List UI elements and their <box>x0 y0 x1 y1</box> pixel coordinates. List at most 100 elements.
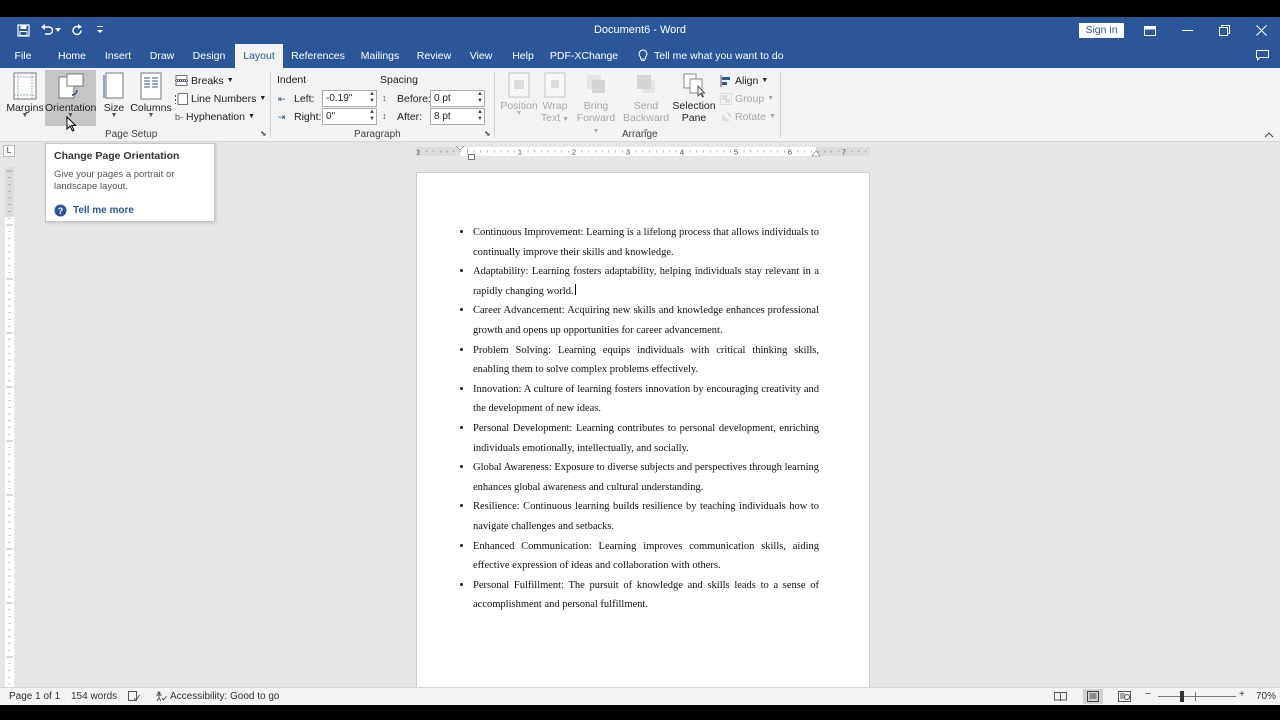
page-setup-launcher-icon[interactable]: ⬊ <box>260 129 269 138</box>
zoom-out-button[interactable]: − <box>1145 689 1151 700</box>
spinner-arrows-icon[interactable]: ▲ ▼ <box>369 109 375 123</box>
title-bar: Document6 - Word Sign in <box>0 17 1280 44</box>
zoom-in-button[interactable]: + <box>1239 689 1245 700</box>
tooltip-body: Give your pages a portrait or landscape … <box>54 169 175 192</box>
minimize-icon[interactable] <box>1169 17 1205 44</box>
proofing-icon[interactable] <box>128 691 140 705</box>
hyphenation-button[interactable]: b- Hyphenation ▼ <box>175 108 255 125</box>
document-page[interactable]: Continuous Improvement: Learning is a li… <box>416 172 870 688</box>
accessibility-icon[interactable] <box>155 691 167 705</box>
zoom-level[interactable]: 70% <box>1256 691 1276 702</box>
send-backward-button[interactable]: Send Backward ▼ <box>620 70 672 135</box>
sign-in-button[interactable]: Sign in <box>1079 23 1124 38</box>
spinner-arrows-icon[interactable]: ▲ ▼ <box>477 109 483 123</box>
tab-view[interactable]: View <box>463 44 499 68</box>
list-item-text: Personal Fulfillment: The pursuit of kno… <box>473 579 819 611</box>
list-item[interactable]: Career Advancement: Acquiring new skills… <box>473 301 819 340</box>
ruler-number: 4 <box>680 148 684 157</box>
spacing-before-input[interactable]: 0 pt ▲ ▼ <box>430 90 485 107</box>
selection-pane-button[interactable]: Selection Pane <box>672 70 716 126</box>
position-button[interactable]: Position ▼ <box>500 70 538 126</box>
read-mode-icon[interactable] <box>1054 691 1067 705</box>
restore-icon[interactable] <box>1206 17 1242 44</box>
page-count[interactable]: Page 1 of 1 <box>9 691 60 702</box>
list-item[interactable]: Global Awareness: Exposure to diverse su… <box>473 458 819 497</box>
tooltip-title: Change Page Orientation <box>54 150 180 162</box>
rotate-label: Rotate <box>735 110 766 123</box>
group-divider <box>270 72 271 138</box>
close-icon[interactable] <box>1243 17 1279 44</box>
spinner-arrows-icon[interactable]: ▲ ▼ <box>369 91 375 105</box>
page-setup-group-label: Page Setup <box>105 129 158 140</box>
zoom-slider-thumb[interactable] <box>1180 691 1184 702</box>
breaks-button[interactable]: Breaks ▼ <box>175 72 234 89</box>
tell-me-search[interactable]: Tell me what you want to do <box>654 44 788 68</box>
margins-button[interactable]: Margins ▼ <box>6 70 44 126</box>
vertical-ruler[interactable] <box>5 167 14 687</box>
align-label: Align <box>735 74 759 87</box>
group-divider <box>780 72 781 138</box>
comments-icon[interactable] <box>1252 44 1272 68</box>
left-indent-marker[interactable] <box>468 154 475 160</box>
list-item[interactable]: Continuous Improvement: Learning is a li… <box>473 223 819 262</box>
hyphenation-icon: b- <box>175 111 184 122</box>
tab-file[interactable]: File <box>6 44 40 68</box>
ruler-number: 1 <box>416 148 420 157</box>
web-layout-icon[interactable] <box>1118 691 1131 705</box>
list-item[interactable]: Personal Development: Learning contribut… <box>473 419 819 458</box>
tab-pdf-xchange[interactable]: PDF-XChange <box>547 44 621 68</box>
list-item-text: Personal Development: Learning contribut… <box>473 422 819 454</box>
word-window: Document6 - Word Sign in File Home Inser… <box>0 17 1280 705</box>
list-item-text: Innovation: A culture of learning foster… <box>473 383 819 415</box>
align-button[interactable]: Align ▼ <box>720 72 768 89</box>
paragraph-launcher-icon[interactable]: ⬊ <box>484 129 493 138</box>
size-button[interactable]: Size ▼ <box>101 70 127 126</box>
accessibility-status[interactable]: Accessibility: Good to go <box>170 691 280 702</box>
list-item[interactable]: Personal Fulfillment: The pursuit of kno… <box>473 576 819 615</box>
zoom-slider[interactable] <box>1158 696 1236 697</box>
indent-right-value: 0" <box>326 111 336 122</box>
indent-right-label: Right: <box>294 111 322 123</box>
tab-design[interactable]: Design <box>186 44 232 68</box>
bring-forward-button[interactable]: Bring Forward ▼ <box>573 70 619 135</box>
tab-mailings[interactable]: Mailings <box>354 44 406 68</box>
wrap-text-button[interactable]: Wrap Text ▼ <box>538 70 572 126</box>
help-icon: ? <box>54 204 67 217</box>
tab-layout[interactable]: Layout <box>235 44 283 68</box>
line-numbers-button[interactable]: Line Numbers ▼ <box>175 90 266 107</box>
list-item[interactable]: Resilience: Continuous learning builds r… <box>473 497 819 536</box>
print-layout-icon[interactable] <box>1083 689 1103 704</box>
tab-review[interactable]: Review <box>410 44 458 68</box>
selection-pane-label: Selection <box>672 100 716 112</box>
tab-home[interactable]: Home <box>50 44 94 68</box>
list-item[interactable]: Enhanced Communication: Learning improve… <box>473 537 819 576</box>
send-backward-label-2: Backward <box>622 112 670 124</box>
list-item[interactable]: Adaptability: Learning fosters adaptabil… <box>473 262 819 301</box>
list-item[interactable]: Innovation: A culture of learning foster… <box>473 380 819 419</box>
tab-insert[interactable]: Insert <box>98 44 138 68</box>
ruler-number: 5 <box>734 148 738 157</box>
orientation-tooltip: Change Page Orientation Give your pages … <box>45 143 215 222</box>
horizontal-ruler[interactable]: 1 1 2 3 4 5 6 7 <box>416 146 870 157</box>
status-bar: Page 1 of 1 154 words Accessibility: Goo… <box>0 687 1280 705</box>
spinner-arrows-icon[interactable]: ▲ ▼ <box>477 91 483 105</box>
word-count[interactable]: 154 words <box>71 691 117 702</box>
spacing-after-input[interactable]: 8 pt ▲ ▼ <box>430 108 485 125</box>
bullet-list[interactable]: Continuous Improvement: Learning is a li… <box>473 223 819 615</box>
indent-left-input[interactable]: -0.19" ▲ ▼ <box>322 90 377 107</box>
tab-references[interactable]: References <box>287 44 349 68</box>
indent-right-input[interactable]: 0" ▲ ▼ <box>322 108 377 125</box>
tab-help[interactable]: Help <box>505 44 541 68</box>
collapse-ribbon-icon[interactable] <box>1264 129 1276 139</box>
group-button[interactable]: Group ▼ <box>720 90 774 107</box>
rotate-button[interactable]: Rotate ▼ <box>720 108 776 125</box>
line-numbers-icon <box>175 92 188 105</box>
tab-selector[interactable]: L <box>3 145 15 157</box>
indent-left-label: Left: <box>294 93 315 105</box>
columns-button[interactable]: Columns ▼ <box>130 70 172 126</box>
chevron-down-icon: ▼ <box>592 128 600 135</box>
list-item[interactable]: Problem Solving: Learning equips individ… <box>473 341 819 380</box>
ribbon-display-options-icon[interactable] <box>1132 17 1168 44</box>
tab-draw[interactable]: Draw <box>142 44 182 68</box>
tell-me-more-link[interactable]: ? Tell me more <box>54 204 134 217</box>
